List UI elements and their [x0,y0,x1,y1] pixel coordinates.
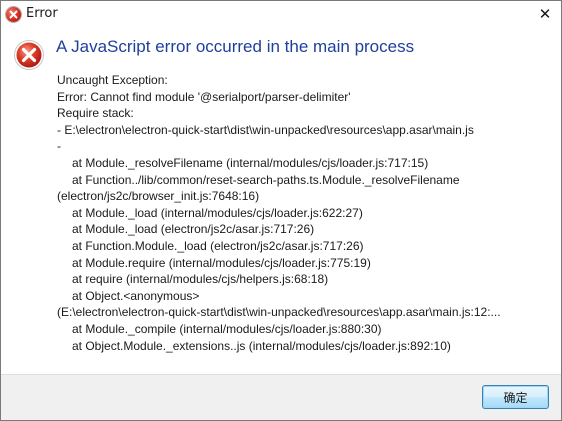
message-line: Error: Cannot find module '@serialport/p… [57,89,351,104]
message-line: at require (internal/modules/cjs/helpers… [72,272,329,287]
dialog-content: A JavaScript error occurred in the main … [1,29,561,374]
message-line: Uncaught Exception: [57,73,168,87]
ok-button[interactable]: 确定 [482,385,549,409]
error-icon [6,7,21,22]
message-line: at Object.Module._extensions..js (intern… [72,338,451,353]
error-dialog-window: Error ✕ A JavaScript error occurred in t… [0,0,562,421]
message-line: at Module.require (internal/modules/cjs/… [72,255,371,270]
message-line: (electron/js2c/browser_init.js:7648:16) [57,189,260,204]
close-button[interactable]: ✕ [535,5,555,23]
message-line: - [57,139,61,154]
dialog-footer: 确定 [1,374,561,420]
error-message: Uncaught Exception: Error: Cannot find mo… [57,72,557,354]
message-line: at Function.Module._load (electron/js2c/… [72,238,364,253]
message-line: at Function../lib/common/reset-search-pa… [72,172,460,187]
error-headline: A JavaScript error occurred in the main … [56,37,415,56]
message-line: at Module._compile (internal/modules/cjs… [72,321,382,336]
error-icon [14,40,44,70]
message-line: - E:\electron\electron-quick-start\dist\… [57,122,474,137]
window-title: Error [26,6,58,21]
close-icon: ✕ [538,5,552,23]
message-line: Require stack: [57,106,134,121]
message-line: at Module._load (electron/js2c/asar.js:7… [72,222,315,237]
title-bar[interactable]: Error ✕ [1,1,561,29]
message-line: at Module._resolveFilename (internal/mod… [72,155,429,170]
message-line: at Module._load (internal/modules/cjs/lo… [72,205,363,220]
message-line: (E:\electron\electron-quick-start\dist\w… [57,305,501,320]
message-line: at Object.<anonymous> [72,288,200,303]
